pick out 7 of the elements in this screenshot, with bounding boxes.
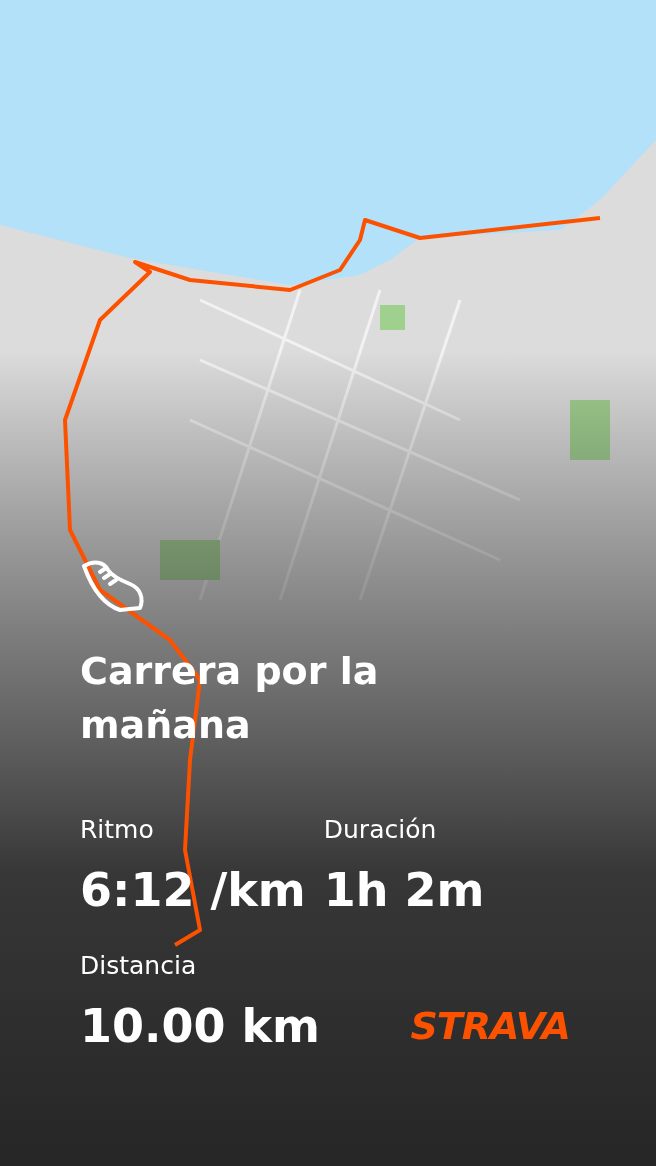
stat-label: Distancia bbox=[80, 950, 198, 982]
strava-logo: STRAVA bbox=[410, 1006, 570, 1046]
stat-label: Duración bbox=[323, 814, 438, 846]
stat-value: 1h 2m bbox=[323, 864, 485, 916]
stat-value: 10.00 km bbox=[80, 1000, 321, 1052]
stat-label: Ritmo bbox=[80, 814, 155, 846]
stat-value: 6:12 /km bbox=[80, 864, 306, 916]
